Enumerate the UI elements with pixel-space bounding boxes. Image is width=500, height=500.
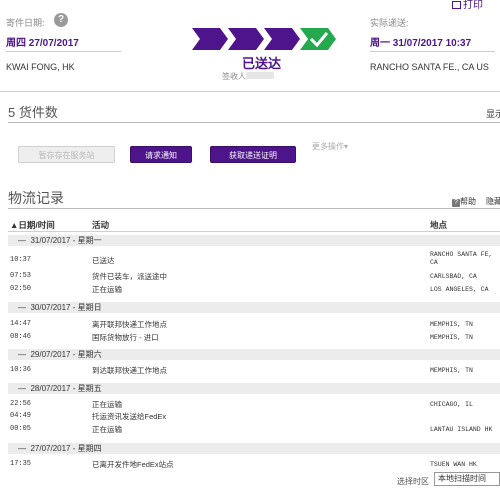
event-time: 10:37 [10,256,32,264]
logistics-divider [8,208,500,209]
timezone-label: 选择时区 [397,477,429,486]
header-bottom-border [0,91,500,92]
signed-by-redacted [246,72,274,79]
header-left-divider [6,51,121,52]
column-header-location: 地点 [430,220,448,230]
pieces-divider [8,122,500,123]
date-group-label: 30/07/2017 - 星期日 [30,303,102,312]
event-location: LOS ANGELES, CA [430,286,489,293]
date-group-row[interactable]: — 30/07/2017 - 星期日 [8,302,500,313]
event-activity: 托运资讯发送给FedEx [92,412,167,421]
pieces-title: 5 货件数 [8,105,58,120]
ship-date-label: 寄件日期: [6,18,45,28]
help-question-icon: ? [452,199,460,207]
origin-location: KWAI FONG, HK [6,62,75,72]
hide-link[interactable]: 隐藏 [486,196,500,207]
date-group-label: 29/07/2017 - 星期六 [30,350,102,359]
event-location: MEMPHIS, TN [430,321,473,328]
event-activity: 货件已装车，派送途中 [92,272,167,281]
help-label: 帮助 [460,197,476,206]
help-link[interactable]: ? 帮助 [452,196,476,207]
progress-bar [192,28,337,50]
date-group-row[interactable]: — 28/07/2017 - 星期五 [8,383,500,394]
progress-step-2 [228,28,264,50]
event-location: RANCHO SANTA FE, [430,251,493,258]
event-time: 08:46 [10,333,32,341]
logistics-title: 物流记录 [8,190,64,206]
event-time: 04:49 [10,412,32,420]
show-link[interactable]: 显示 [486,107,500,120]
event-time: 02:50 [10,285,32,293]
progress-step-4 [300,28,336,50]
event-time: 17:35 [10,460,32,468]
ship-date-value: 周四 27/07/2017 [6,38,79,49]
progress-step-1 [192,28,228,50]
date-group-label: 27/07/2017 - 星期四 [30,444,102,453]
print-link[interactable]: 打印 [452,0,483,11]
event-activity: 正在运输 [92,400,122,409]
event-time: 00:05 [10,425,32,433]
event-time: 07:53 [10,272,32,280]
event-location: CHICAGO, IL [430,401,473,408]
datetime-header-label: 日期/时间 [18,220,55,230]
date-group-label: 28/07/2017 - 星期五 [30,384,102,393]
help-icon[interactable]: ? [54,13,68,27]
event-location: CARLSBAD, CA [430,273,477,280]
table-header-divider [8,231,500,232]
request-notification-button[interactable]: 请求通知 [130,146,192,163]
event-activity: 正在运输 [92,285,122,294]
timezone-select[interactable]: 本地扫描时间 [434,472,500,486]
hold-at-location-button[interactable]: 暂存存在服务站 [18,146,115,163]
event-location-line2: CA [430,259,438,266]
chevron-down-icon: ▾ [344,142,349,151]
event-activity: 离开联邦快递工作地点 [92,320,167,329]
date-group-label: 31/07/2017 - 星期一 [30,236,102,245]
date-group-row[interactable]: — 29/07/2017 - 星期六 [8,349,500,360]
event-location: TSUEN WAN HK [430,461,477,468]
event-location: MEMPHIS, TN [430,367,473,374]
event-location: MEMPHIS, TN [430,334,473,341]
actual-delivery-label: 实际递送: [370,18,409,28]
event-activity: 正在运输 [92,425,122,434]
column-header-activity: 活动 [92,220,110,230]
get-proof-of-delivery-button[interactable]: 获取递送证明 [210,146,296,163]
more-actions-label: 更多操作 [312,142,344,151]
date-group-row[interactable]: — 27/07/2017 - 星期四 [8,443,500,454]
destination-location: RANCHO SANTA FE., CA US [370,62,489,72]
print-icon [452,1,461,9]
header-right-divider [370,51,495,52]
event-activity: 国际货物放行 - 进口 [92,333,159,342]
event-location: LANTAU ISLAND HK [430,426,493,433]
event-activity: 到达联邦快递工作地点 [92,366,167,375]
date-group-row[interactable]: — 31/07/2017 - 星期一 [8,235,500,246]
actual-delivery-value: 周一 31/07/2017 10:37 [370,38,472,49]
progress-chevrons [192,28,336,50]
column-header-datetime[interactable]: ▲日期/时间 [10,219,55,231]
progress-step-3 [264,28,300,50]
event-time: 14:47 [10,320,32,328]
more-actions-dropdown[interactable]: 更多操作▾ [312,141,348,152]
event-activity: 已送达 [92,256,115,265]
event-activity: 已离开发件地FedEx站点 [92,460,174,469]
event-time: 10:36 [10,366,32,374]
print-label: 打印 [463,0,483,11]
event-time: 22:56 [10,400,32,408]
delivery-status: 已送达 [242,56,282,71]
signed-by-label: 签收人: [222,72,249,81]
